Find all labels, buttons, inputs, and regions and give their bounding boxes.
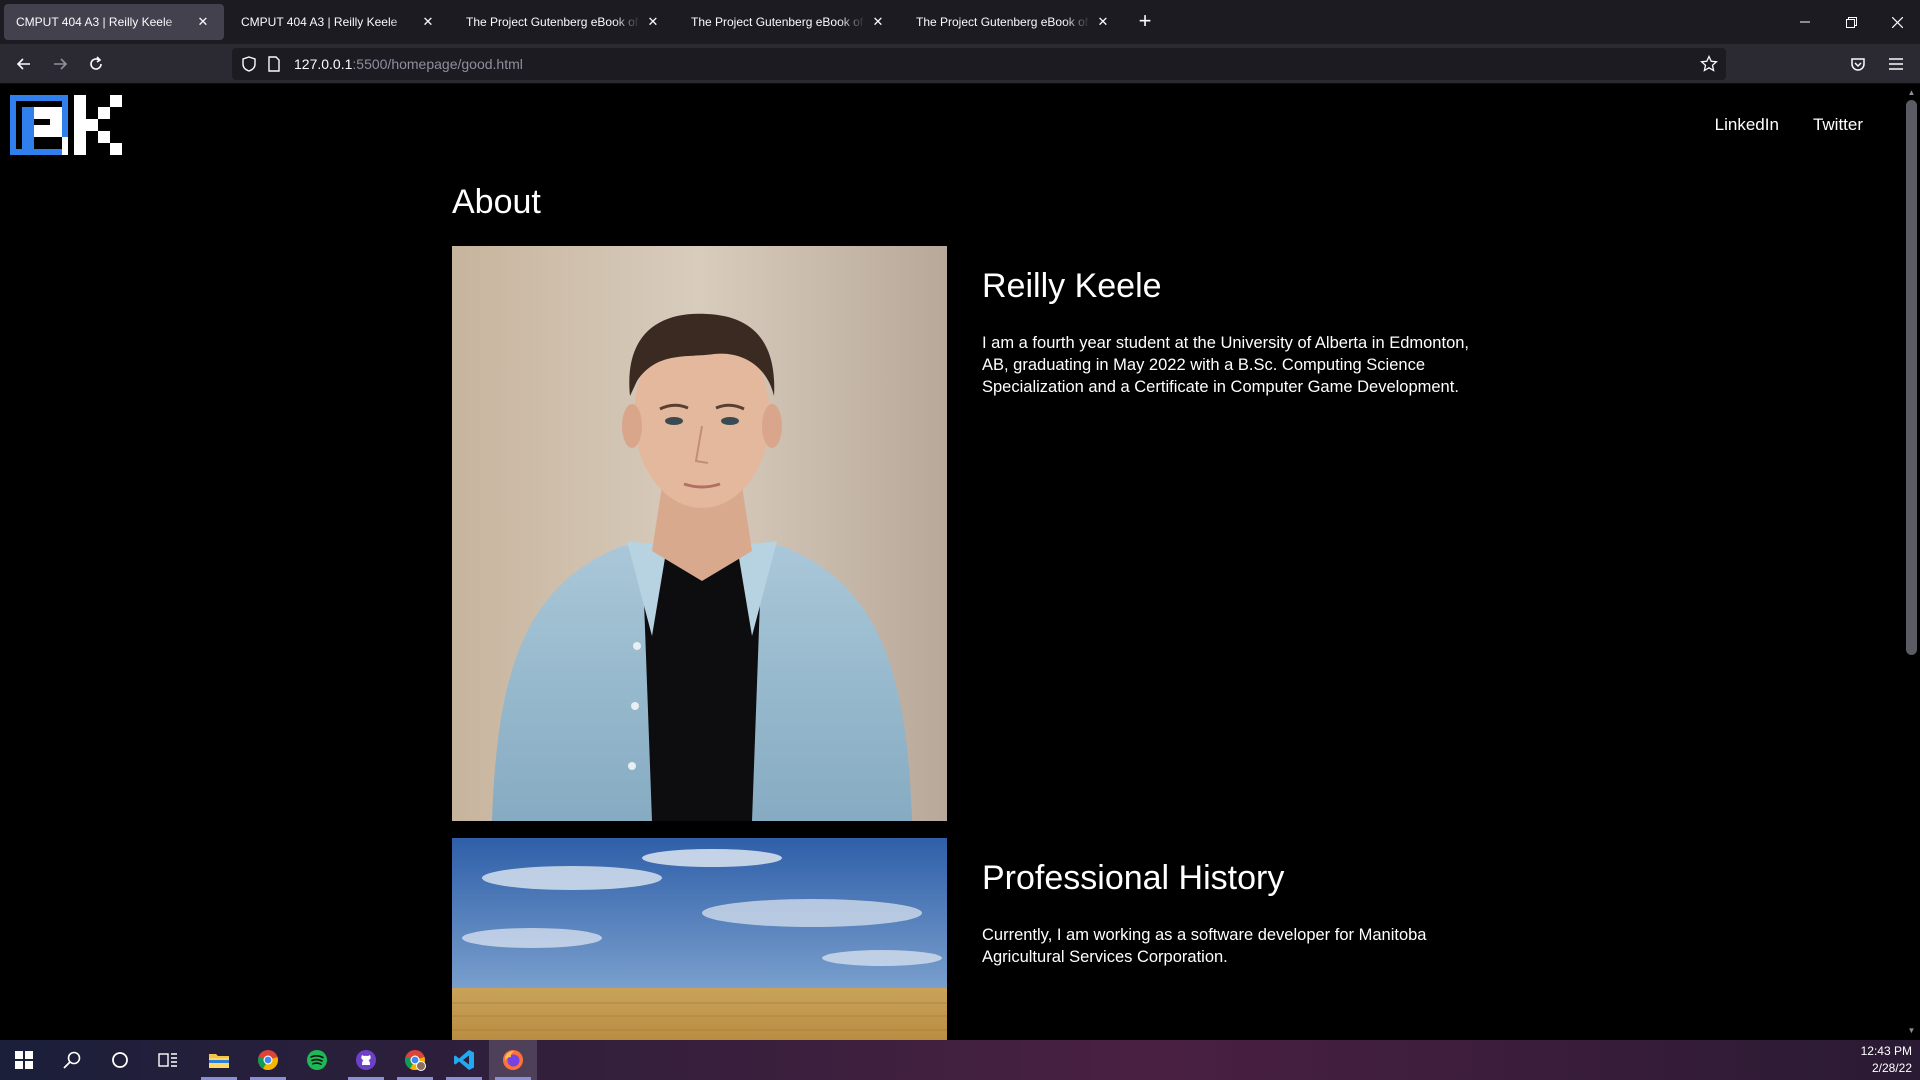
- scroll-up-arrow-icon[interactable]: ▲: [1906, 88, 1917, 100]
- tab-title: The Project Gutenberg eBook of The: [691, 15, 865, 29]
- forward-arrow-icon: [54, 58, 68, 70]
- firefox-button[interactable]: [489, 1040, 537, 1080]
- url-text[interactable]: 127.0.0.1:5500/homepage/good.html: [294, 56, 523, 72]
- cortana-button[interactable]: [96, 1040, 144, 1080]
- pocket-icon: [1851, 58, 1865, 71]
- tab-5[interactable]: The Project Gutenberg eBook of The ✕: [904, 4, 1124, 40]
- url-path: :5500/homepage/good.html: [352, 56, 523, 72]
- hamburger-menu-icon: [1889, 58, 1903, 70]
- web-page: LinkedIn Twitter About Reilly Keele I am…: [0, 85, 1903, 1040]
- scroll-down-arrow-icon[interactable]: ▼: [1906, 1026, 1917, 1038]
- chrome-profile-button[interactable]: [391, 1040, 439, 1080]
- close-window-button[interactable]: [1874, 0, 1920, 44]
- clock-date: 2/28/22: [1871, 1061, 1912, 1075]
- page-icon: [268, 56, 280, 72]
- task-view-button[interactable]: [144, 1040, 192, 1080]
- tab-title: The Project Gutenberg eBook of The: [916, 15, 1090, 29]
- tab-bar: CMPUT 404 A3 | Reilly Keele ✕ CMPUT 404 …: [0, 0, 1920, 44]
- about-heading: About: [452, 183, 541, 221]
- firefox-icon: [503, 1050, 523, 1070]
- scrollbar-thumb[interactable]: [1906, 100, 1917, 655]
- back-button[interactable]: [8, 48, 40, 80]
- windows-logo-icon: [15, 1051, 33, 1069]
- search-button[interactable]: [48, 1040, 96, 1080]
- url-bar[interactable]: 127.0.0.1:5500/homepage/good.html: [232, 48, 1726, 80]
- cortana-circle-icon: [112, 1052, 128, 1068]
- search-icon: [63, 1051, 81, 1069]
- bookmark-star-icon[interactable]: [1700, 55, 1718, 73]
- tab-title: CMPUT 404 A3 | Reilly Keele: [16, 15, 173, 29]
- reload-icon: [90, 56, 102, 70]
- restore-button[interactable]: [1828, 0, 1874, 44]
- pocket-button[interactable]: [1842, 48, 1874, 80]
- tab-3[interactable]: The Project Gutenberg eBook of Heart ✕: [454, 4, 674, 40]
- wheat-field-photo: [452, 838, 947, 1040]
- profile-photo: [452, 246, 947, 821]
- vscode-icon: [454, 1050, 474, 1070]
- close-icon[interactable]: ✕: [419, 13, 437, 31]
- close-icon[interactable]: ✕: [194, 13, 212, 31]
- tab-4[interactable]: The Project Gutenberg eBook of The ✕: [679, 4, 899, 40]
- professional-history-paragraph: Currently, I am working as a software de…: [982, 926, 1427, 966]
- close-icon[interactable]: ✕: [869, 13, 887, 31]
- task-view-icon: [158, 1053, 177, 1067]
- github-icon: [356, 1050, 376, 1070]
- spotify-icon: [307, 1050, 327, 1070]
- name-heading: Reilly Keele: [982, 267, 1162, 305]
- tab-title: CMPUT 404 A3 | Reilly Keele: [241, 15, 398, 29]
- chrome-button[interactable]: [244, 1040, 292, 1080]
- system-clock[interactable]: 12:43 PM 2/28/22: [1861, 1043, 1912, 1077]
- reload-button[interactable]: [80, 48, 112, 80]
- clock-time: 12:43 PM: [1860, 1044, 1912, 1058]
- linkedin-link[interactable]: LinkedIn: [1715, 115, 1779, 135]
- professional-history-heading: Professional History: [982, 859, 1285, 897]
- back-arrow-icon: [16, 58, 30, 70]
- menu-button[interactable]: [1880, 48, 1912, 80]
- chrome-profile-icon: [405, 1050, 426, 1071]
- vscode-button[interactable]: [440, 1040, 488, 1080]
- rk-logo[interactable]: [10, 95, 125, 155]
- twitter-link[interactable]: Twitter: [1813, 115, 1863, 135]
- url-host: 127.0.0.1: [294, 56, 353, 72]
- restore-icon: [1845, 16, 1857, 28]
- shield-icon[interactable]: [242, 56, 256, 72]
- new-tab-button[interactable]: +: [1134, 9, 1156, 35]
- windows-start-button[interactable]: [0, 1040, 48, 1080]
- forward-button[interactable]: [44, 48, 76, 80]
- site-nav: LinkedIn Twitter: [1715, 115, 1863, 135]
- spotify-button[interactable]: [293, 1040, 341, 1080]
- folder-icon: [209, 1054, 229, 1068]
- tab-1[interactable]: CMPUT 404 A3 | Reilly Keele ✕: [4, 4, 224, 40]
- tab-2[interactable]: CMPUT 404 A3 | Reilly Keele ✕: [229, 4, 449, 40]
- chrome-icon: [258, 1050, 278, 1071]
- close-icon[interactable]: ✕: [644, 13, 662, 31]
- bio-paragraph: I am a fourth year student at the Univer…: [982, 334, 1470, 396]
- file-explorer-button[interactable]: [195, 1040, 243, 1080]
- minimize-icon: [1800, 21, 1810, 23]
- minimize-button[interactable]: [1782, 0, 1828, 44]
- taskbar: 12:43 PM 2/28/22: [0, 1040, 1920, 1080]
- github-desktop-button[interactable]: [342, 1040, 390, 1080]
- close-icon[interactable]: ✕: [1094, 13, 1112, 31]
- nav-bar: 127.0.0.1:5500/homepage/good.html: [0, 44, 1920, 84]
- close-window-icon: [1891, 16, 1903, 28]
- tab-title: The Project Gutenberg eBook of Heart: [466, 15, 640, 29]
